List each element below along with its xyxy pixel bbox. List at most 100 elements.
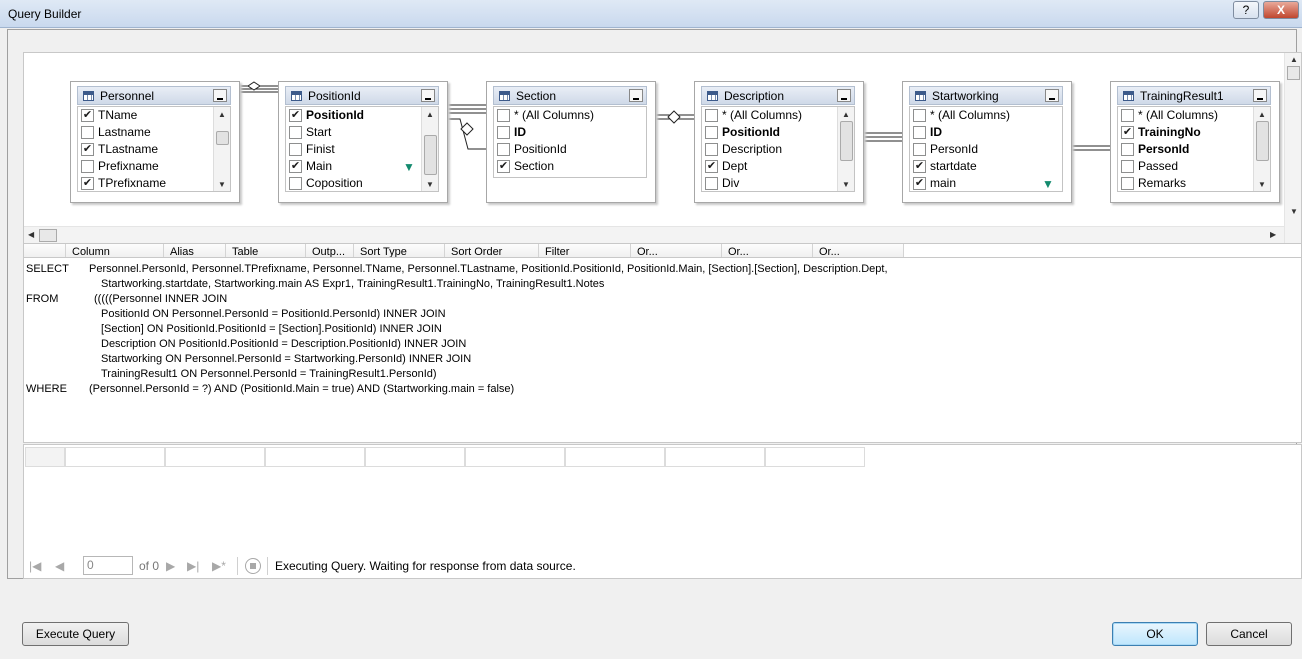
results-cell[interactable] [165, 447, 265, 467]
last-record-icon[interactable]: ▶| [187, 559, 199, 573]
results-cell[interactable] [465, 447, 565, 467]
column-checkbox[interactable] [705, 160, 718, 173]
column-checkbox[interactable] [81, 177, 94, 190]
scroll-down-icon[interactable]: ▼ [425, 180, 435, 189]
column-checkbox[interactable] [1121, 143, 1134, 156]
sql-pane[interactable]: SELECT Personnel.PersonId, Personnel.TPr… [23, 257, 1302, 443]
scroll-right-icon[interactable]: ▶ [1270, 230, 1276, 239]
column-checkbox[interactable] [289, 160, 302, 173]
scroll-up-icon[interactable]: ▲ [1290, 55, 1298, 64]
column-row[interactable]: * (All Columns) [910, 107, 1046, 124]
minimize-icon[interactable] [1253, 89, 1267, 102]
column-checkbox[interactable] [497, 160, 510, 173]
column-checkbox[interactable] [289, 109, 302, 122]
column-row[interactable]: TLastname [78, 141, 214, 158]
column-row[interactable]: Finist [286, 141, 422, 158]
column-row[interactable]: Main▼ [286, 158, 422, 175]
column-checkbox[interactable] [81, 160, 94, 173]
column-checkbox[interactable] [705, 177, 718, 190]
column-scrollbar[interactable]: ▲ ▼ [213, 107, 230, 191]
help-button[interactable]: ? [1233, 1, 1259, 19]
column-checkbox[interactable] [913, 109, 926, 122]
column-row[interactable]: Dept [702, 158, 838, 175]
column-checkbox[interactable] [289, 143, 302, 156]
cancel-button[interactable]: Cancel [1206, 622, 1292, 646]
column-row[interactable]: * (All Columns) [702, 107, 838, 124]
results-cell[interactable] [265, 447, 365, 467]
column-checkbox[interactable] [1121, 126, 1134, 139]
column-row[interactable]: ID [910, 124, 1046, 141]
column-row[interactable]: main▼ [910, 175, 1054, 191]
column-row[interactable]: TrainingNo [1118, 124, 1254, 141]
close-button[interactable]: X [1263, 1, 1299, 19]
column-row[interactable]: startdate [910, 158, 1046, 175]
column-row[interactable]: * (All Columns) [494, 107, 630, 124]
column-row[interactable]: Prefixname [78, 158, 214, 175]
column-row[interactable]: Coposition [286, 175, 422, 191]
column-checkbox[interactable] [913, 126, 926, 139]
results-cell[interactable] [565, 447, 665, 467]
column-row[interactable]: Description [702, 141, 838, 158]
scroll-down-icon[interactable]: ▼ [1290, 207, 1298, 216]
column-row[interactable]: PersonId [1118, 141, 1254, 158]
scroll-up-icon[interactable]: ▲ [217, 110, 227, 119]
column-row[interactable]: Section [494, 158, 630, 175]
results-cell[interactable] [665, 447, 765, 467]
results-cell[interactable] [365, 447, 465, 467]
diagram-horizontal-scrollbar[interactable]: ◀ ▶ [24, 226, 1284, 243]
scroll-up-icon[interactable]: ▲ [1257, 110, 1267, 119]
column-checkbox[interactable] [1121, 160, 1134, 173]
scroll-down-icon[interactable]: ▼ [841, 180, 851, 189]
table-card-description[interactable]: Description * (All Columns) PositionId D… [694, 81, 864, 203]
stop-icon[interactable] [245, 558, 261, 574]
column-checkbox[interactable] [913, 143, 926, 156]
column-row[interactable]: Passed [1118, 158, 1254, 175]
column-row[interactable]: Div [702, 175, 838, 191]
column-checkbox[interactable] [497, 109, 510, 122]
column-checkbox[interactable] [81, 143, 94, 156]
column-checkbox[interactable] [1121, 177, 1134, 190]
results-cell[interactable] [65, 447, 165, 467]
column-checkbox[interactable] [913, 160, 926, 173]
column-row[interactable]: TPrefixname [78, 175, 214, 191]
record-position-input[interactable]: 0 [83, 556, 133, 575]
scroll-up-icon[interactable]: ▲ [841, 110, 851, 119]
column-row[interactable]: Start [286, 124, 422, 141]
column-checkbox[interactable] [705, 143, 718, 156]
results-row-header[interactable] [25, 447, 65, 467]
minimize-icon[interactable] [421, 89, 435, 102]
column-row[interactable]: TName [78, 107, 214, 124]
column-row[interactable]: PersonId [910, 141, 1046, 158]
next-record-icon[interactable]: ▶ [166, 559, 175, 573]
column-scrollbar[interactable]: ▲ ▼ [1253, 107, 1270, 191]
previous-record-icon[interactable]: ◀ [55, 559, 64, 573]
column-checkbox[interactable] [497, 126, 510, 139]
scroll-down-icon[interactable]: ▼ [1257, 180, 1267, 189]
minimize-icon[interactable] [629, 89, 643, 102]
column-row[interactable]: PositionId [286, 107, 422, 124]
column-row[interactable]: Remarks [1118, 175, 1254, 191]
column-row[interactable]: Lastname [78, 124, 214, 141]
new-record-icon[interactable]: ▶* [212, 559, 226, 573]
minimize-icon[interactable] [213, 89, 227, 102]
diagram-vertical-scrollbar[interactable]: ▲ ▼ [1284, 53, 1301, 243]
results-cell[interactable] [765, 447, 865, 467]
table-card-section[interactable]: Section * (All Columns) ID PositionId Se… [486, 81, 656, 203]
first-record-icon[interactable]: |◀ [29, 559, 41, 573]
column-checkbox[interactable] [81, 109, 94, 122]
column-checkbox[interactable] [289, 126, 302, 139]
column-checkbox[interactable] [1121, 109, 1134, 122]
column-checkbox[interactable] [81, 126, 94, 139]
column-scrollbar[interactable]: ▲ ▼ [421, 107, 438, 191]
column-row[interactable]: PositionId [494, 141, 630, 158]
table-card-startworking[interactable]: Startworking * (All Columns) ID PersonId… [902, 81, 1072, 203]
scroll-left-icon[interactable]: ◀ [28, 230, 34, 239]
column-row[interactable]: * (All Columns) [1118, 107, 1254, 124]
column-checkbox[interactable] [705, 109, 718, 122]
scroll-up-icon[interactable]: ▲ [425, 110, 435, 119]
column-row[interactable]: ID [494, 124, 630, 141]
minimize-icon[interactable] [1045, 89, 1059, 102]
column-checkbox[interactable] [289, 177, 302, 190]
scroll-down-icon[interactable]: ▼ [217, 180, 227, 189]
table-card-positionid[interactable]: PositionId PositionId Start Finist Main▼… [278, 81, 448, 203]
